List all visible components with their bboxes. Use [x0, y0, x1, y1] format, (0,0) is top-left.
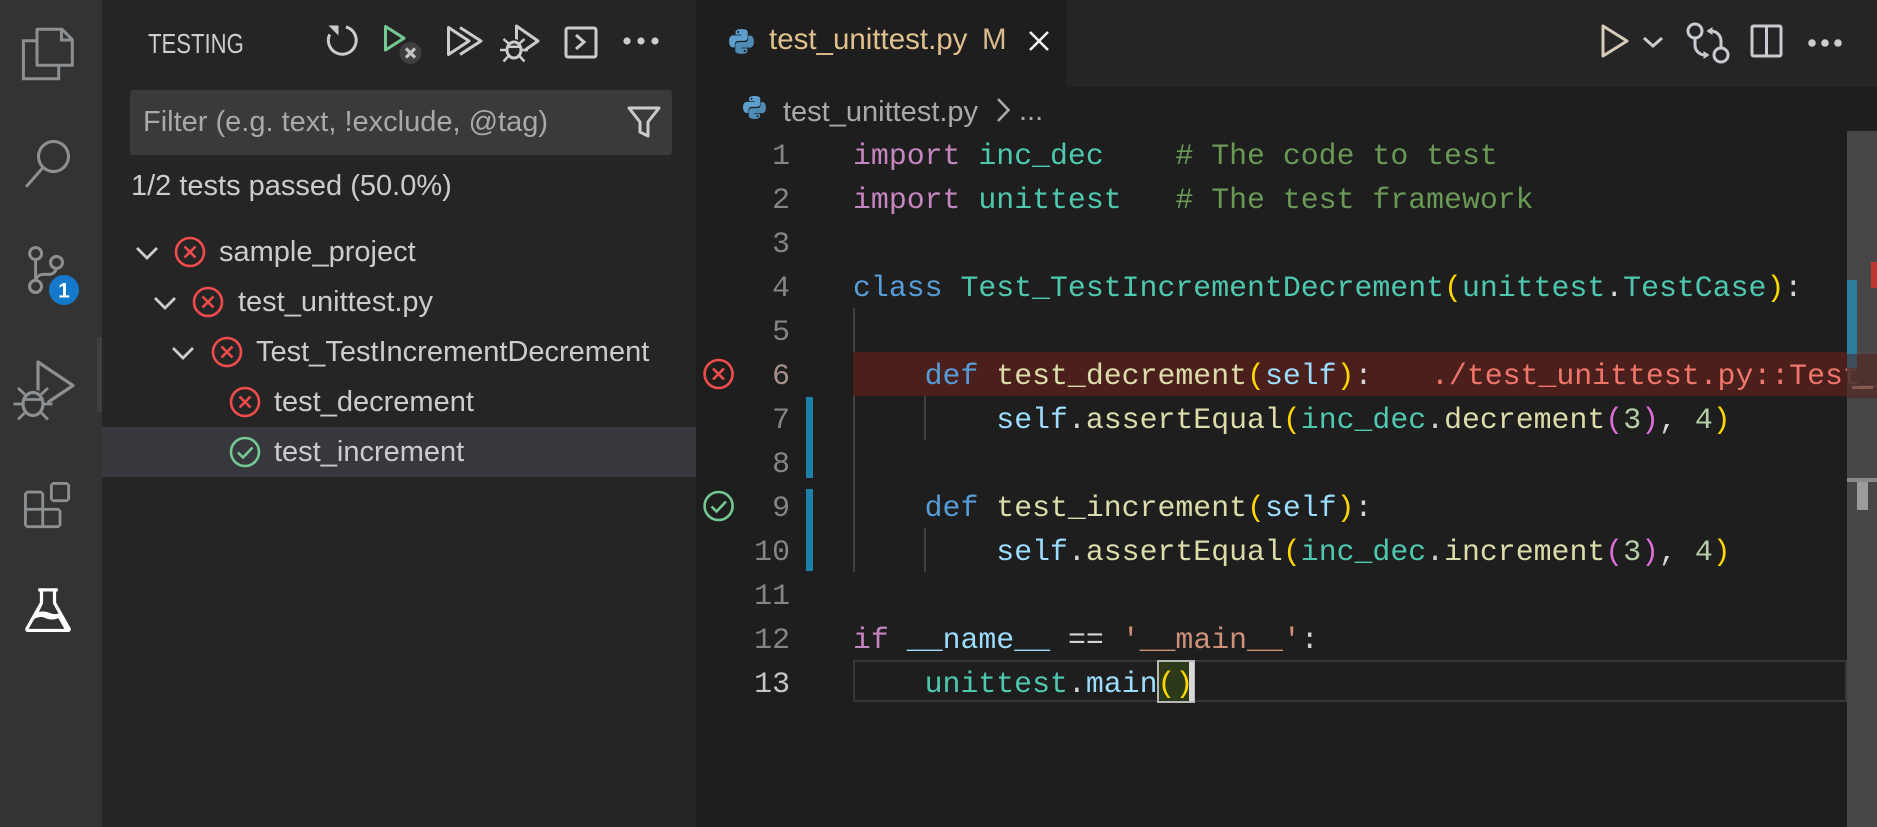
svg-text:1: 1: [58, 280, 70, 303]
